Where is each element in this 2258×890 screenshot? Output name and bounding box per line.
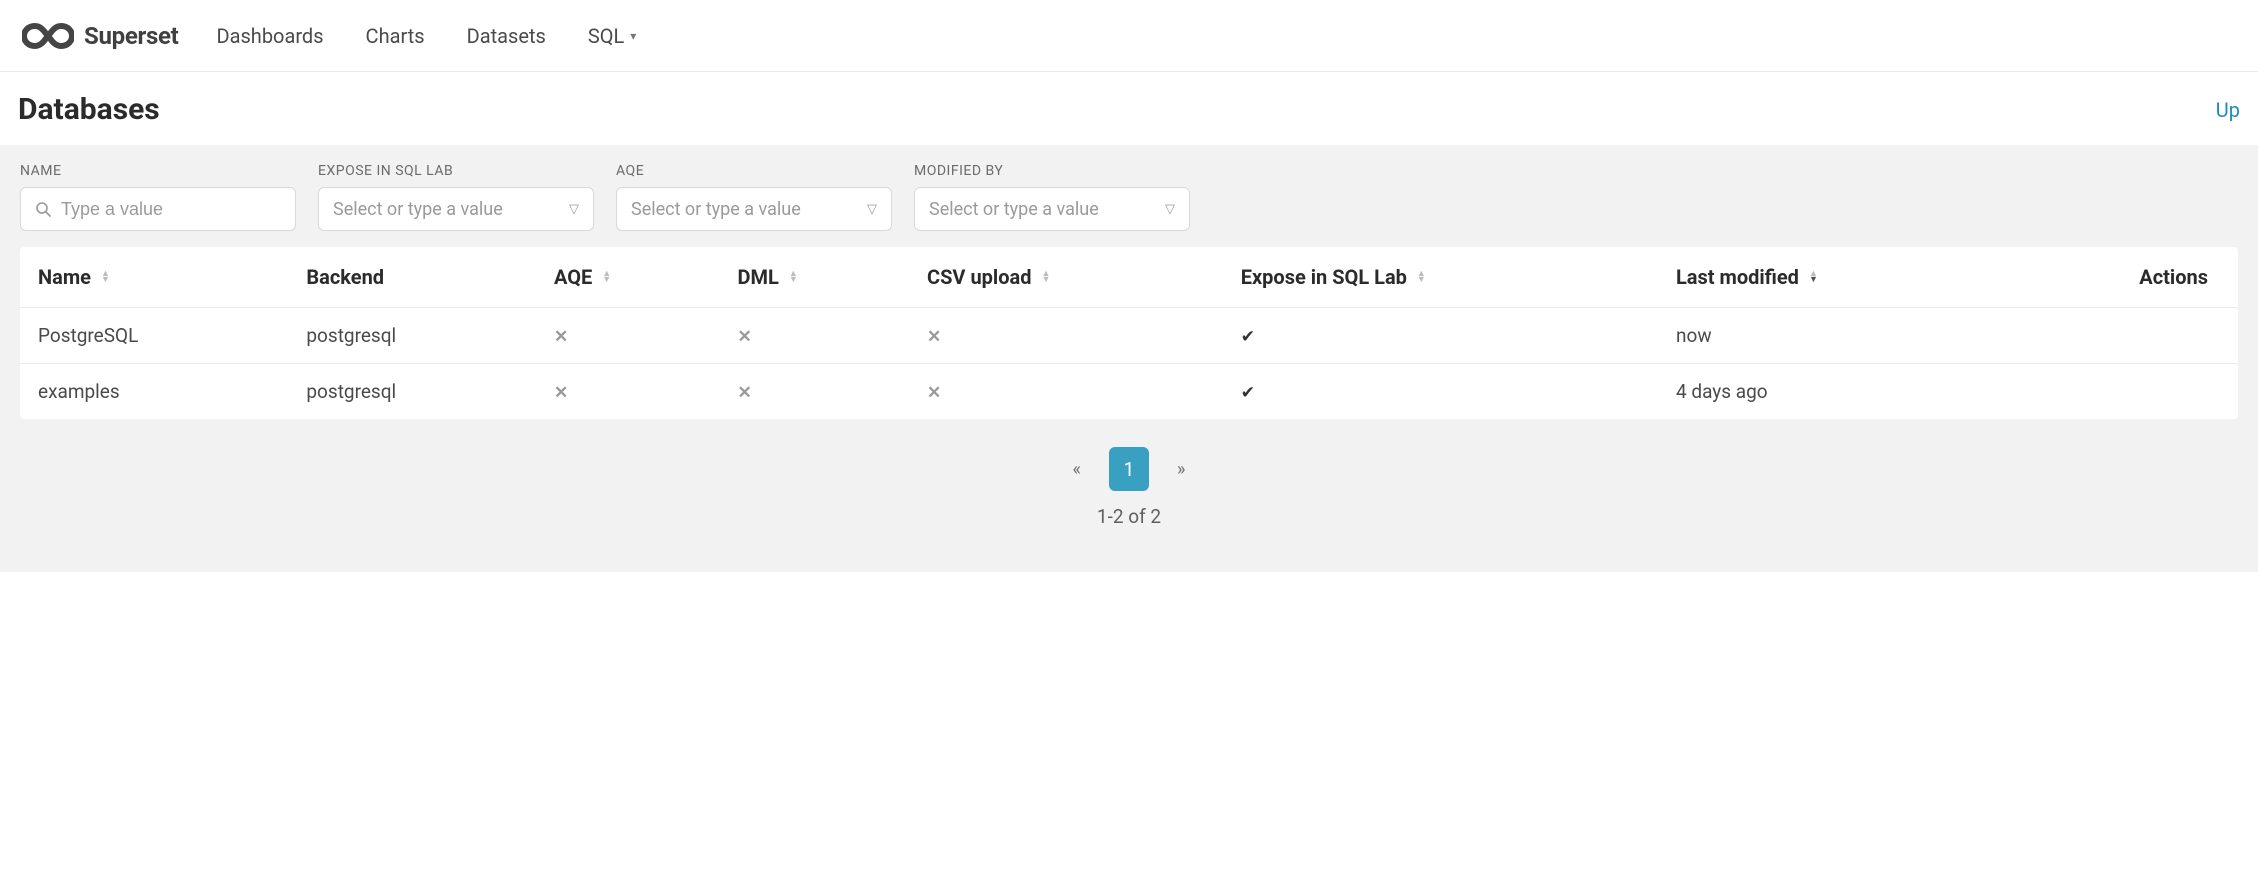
sort-icon: ▲▼: [1809, 271, 1818, 283]
page-button-1[interactable]: 1: [1109, 447, 1149, 491]
filter-aqe: AQE Select or type a value ▽: [616, 163, 892, 231]
sort-icon: ▲▼: [602, 271, 611, 283]
logo-text: Superset: [84, 22, 178, 50]
th-csv-upload-label: CSV upload: [927, 265, 1031, 289]
cell-actions: [2008, 364, 2238, 420]
cell-csv-upload: ✕: [909, 364, 1223, 420]
pager-row: « 1 »: [1073, 447, 1186, 491]
th-aqe[interactable]: AQE ▲▼: [536, 247, 720, 308]
sort-icon: ▲▼: [1041, 271, 1050, 283]
nav-dashboards[interactable]: Dashboards: [216, 24, 323, 48]
databases-table: Name ▲▼ Backend AQE ▲▼: [20, 247, 2238, 419]
th-backend: Backend: [288, 247, 536, 308]
filter-expose: EXPOSE IN SQL LAB Select or type a value…: [318, 163, 594, 231]
th-actions-label: Actions: [2139, 265, 2208, 289]
filters-row: NAME EXPOSE IN SQL LAB Select or type a …: [20, 163, 2238, 231]
filter-name-input[interactable]: [61, 199, 281, 220]
filter-name: NAME: [20, 163, 296, 231]
filter-modified-by-label: MODIFIED BY: [914, 163, 1190, 179]
page-title: Databases: [18, 92, 160, 127]
th-last-modified-label: Last modified: [1676, 265, 1799, 289]
cell-backend: postgresql: [288, 308, 536, 364]
th-name[interactable]: Name ▲▼: [20, 247, 288, 308]
nav-sql-label: SQL: [588, 24, 624, 48]
check-icon: ✔: [1241, 383, 1255, 403]
x-icon: ✕: [738, 383, 752, 403]
cell-csv-upload: ✕: [909, 308, 1223, 364]
x-icon: ✕: [738, 327, 752, 347]
pager-next[interactable]: »: [1177, 459, 1185, 480]
filter-expose-placeholder: Select or type a value: [333, 199, 559, 220]
cell-name: PostgreSQL: [20, 308, 288, 364]
filter-modified-by-select[interactable]: Select or type a value ▽: [914, 187, 1190, 231]
cell-expose: ✔: [1223, 308, 1658, 364]
nav-datasets[interactable]: Datasets: [467, 24, 546, 48]
upload-link[interactable]: Up: [2216, 98, 2240, 122]
filter-aqe-placeholder: Select or type a value: [631, 199, 857, 220]
chevron-down-icon: ▽: [1165, 202, 1175, 217]
cell-actions: [2008, 308, 2238, 364]
pagination: « 1 » 1-2 of 2: [20, 419, 2238, 532]
nav-sql[interactable]: SQL ▾: [588, 24, 636, 48]
search-icon: [35, 201, 51, 217]
filter-expose-label: EXPOSE IN SQL LAB: [318, 163, 594, 179]
infinity-icon: [22, 23, 74, 49]
filter-name-input-wrap[interactable]: [20, 187, 296, 231]
th-expose[interactable]: Expose in SQL Lab ▲▼: [1223, 247, 1658, 308]
cell-expose: ✔: [1223, 364, 1658, 420]
th-aqe-label: AQE: [554, 265, 592, 289]
th-csv-upload[interactable]: CSV upload ▲▼: [909, 247, 1223, 308]
pagination-summary: 1-2 of 2: [1097, 505, 1161, 528]
x-icon: ✕: [927, 327, 941, 347]
th-dml[interactable]: DML ▲▼: [720, 247, 909, 308]
logo[interactable]: Superset: [22, 22, 178, 50]
filter-aqe-select[interactable]: Select or type a value ▽: [616, 187, 892, 231]
sort-icon: ▲▼: [1417, 271, 1426, 283]
th-dml-label: DML: [738, 265, 779, 289]
th-name-label: Name: [38, 265, 91, 289]
page-header: Databases Up: [0, 72, 2258, 145]
th-actions: Actions: [2008, 247, 2238, 308]
sort-icon: ▲▼: [789, 271, 798, 283]
check-icon: ✔: [1241, 327, 1255, 347]
content-area: NAME EXPOSE IN SQL LAB Select or type a …: [0, 145, 2258, 572]
chevron-down-icon: ▽: [867, 202, 877, 217]
filter-aqe-label: AQE: [616, 163, 892, 179]
cell-dml: ✕: [720, 364, 909, 420]
navbar: Superset Dashboards Charts Datasets SQL …: [0, 0, 2258, 72]
th-backend-label: Backend: [306, 265, 384, 289]
cell-last-modified: 4 days ago: [1658, 364, 2008, 420]
nav-charts[interactable]: Charts: [366, 24, 425, 48]
cell-aqe: ✕: [536, 308, 720, 364]
filter-expose-select[interactable]: Select or type a value ▽: [318, 187, 594, 231]
th-expose-label: Expose in SQL Lab: [1241, 265, 1407, 289]
x-icon: ✕: [554, 327, 568, 347]
cell-dml: ✕: [720, 308, 909, 364]
cell-name: examples: [20, 364, 288, 420]
pager-prev[interactable]: «: [1073, 459, 1081, 480]
x-icon: ✕: [927, 383, 941, 403]
filter-modified-by-placeholder: Select or type a value: [929, 199, 1155, 220]
nav-menu: Dashboards Charts Datasets SQL ▾: [216, 24, 636, 48]
th-last-modified[interactable]: Last modified ▲▼: [1658, 247, 2008, 308]
filter-name-label: NAME: [20, 163, 296, 179]
x-icon: ✕: [554, 383, 568, 403]
table-row[interactable]: examplespostgresql ✕ ✕ ✕ ✔ 4 days ago: [20, 364, 2238, 420]
chevron-down-icon: ▾: [630, 29, 636, 43]
cell-aqe: ✕: [536, 364, 720, 420]
sort-icon: ▲▼: [101, 271, 110, 283]
filter-modified-by: MODIFIED BY Select or type a value ▽: [914, 163, 1190, 231]
table-row[interactable]: PostgreSQLpostgresql ✕ ✕ ✕ ✔ now: [20, 308, 2238, 364]
chevron-down-icon: ▽: [569, 202, 579, 217]
cell-last-modified: now: [1658, 308, 2008, 364]
cell-backend: postgresql: [288, 364, 536, 420]
